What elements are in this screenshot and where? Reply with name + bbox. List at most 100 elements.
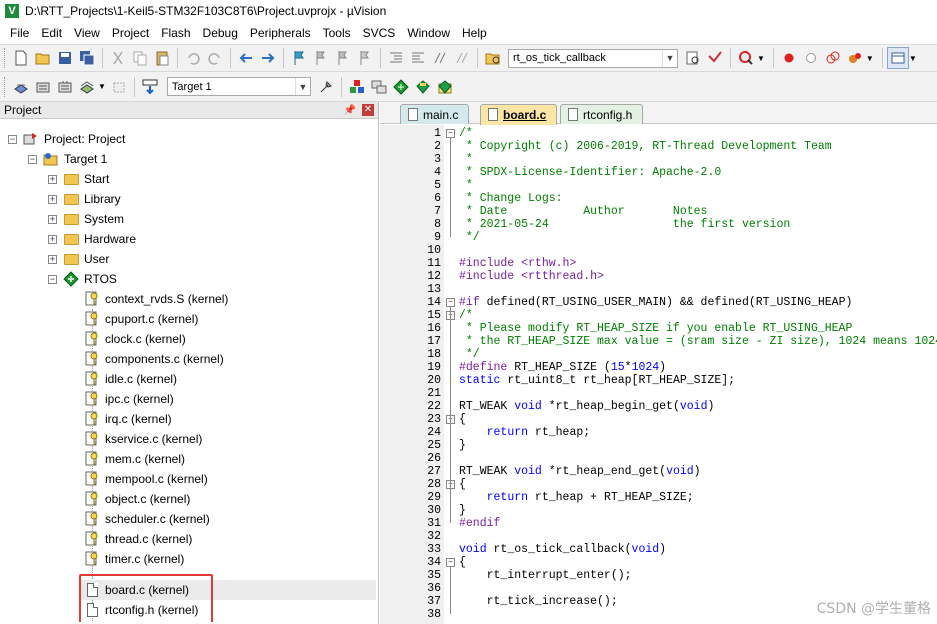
debug-session-icon[interactable] <box>735 47 757 69</box>
pin-icon[interactable]: 📌 <box>344 105 356 116</box>
expand-icon[interactable]: + <box>48 254 57 264</box>
unindent-icon[interactable] <box>407 47 429 69</box>
translate-icon[interactable] <box>10 76 32 98</box>
new-file-icon[interactable] <box>10 47 32 69</box>
tree-file[interactable]: timer.c (kernel) <box>80 549 184 569</box>
target-options-icon[interactable] <box>315 76 337 98</box>
indent-icon[interactable] <box>385 47 407 69</box>
batch-build-icon[interactable] <box>76 76 98 98</box>
expand-icon[interactable]: + <box>48 214 57 224</box>
menu-edit[interactable]: Edit <box>35 22 68 44</box>
fold-toggle-icon[interactable]: − <box>446 129 455 138</box>
menu-project[interactable]: Project <box>106 22 155 44</box>
chevron-down-icon[interactable]: ▼ <box>662 49 677 67</box>
save-icon[interactable] <box>54 47 76 69</box>
tree-file[interactable]: cpuport.c (kernel) <box>80 309 198 329</box>
redo-icon[interactable] <box>204 47 226 69</box>
expand-icon[interactable]: + <box>48 234 57 244</box>
find-in-files-icon[interactable] <box>482 47 504 69</box>
tree-file[interactable]: irq.c (kernel) <box>80 409 172 429</box>
select-packs-icon[interactable] <box>390 76 412 98</box>
menu-tools[interactable]: Tools <box>317 22 357 44</box>
fold-toggle-icon[interactable]: − <box>446 558 455 567</box>
tab-rtconfig-h[interactable]: rtconfig.h <box>560 104 644 124</box>
tree-target[interactable]: − Target 1 <box>28 149 107 169</box>
tree-file[interactable]: mem.c (kernel) <box>80 449 185 469</box>
find-combo[interactable]: rt_os_tick_callback ▼ <box>508 48 678 68</box>
tree-group-start[interactable]: + Start <box>48 169 109 189</box>
tree-file[interactable]: components.c (kernel) <box>80 349 224 369</box>
tree-file[interactable]: kservice.c (kernel) <box>80 429 202 449</box>
collapse-icon[interactable]: − <box>48 274 57 284</box>
package-icon[interactable] <box>434 76 456 98</box>
chevron-down-icon[interactable]: ▼ <box>866 54 874 63</box>
tree-file[interactable]: ipc.c (kernel) <box>80 389 174 409</box>
menu-view[interactable]: View <box>68 22 106 44</box>
open-folder-icon[interactable] <box>32 47 54 69</box>
menu-flash[interactable]: Flash <box>155 22 196 44</box>
window-layout-icon[interactable] <box>886 47 909 69</box>
menu-file[interactable]: File <box>4 22 35 44</box>
expand-icon[interactable]: + <box>48 194 57 204</box>
save-all-icon[interactable] <box>76 47 98 69</box>
menu-window[interactable]: Window <box>401 22 456 44</box>
kill-breakpoints-icon[interactable] <box>844 47 866 69</box>
next-bookmark-icon[interactable] <box>332 47 354 69</box>
bookmark-icon[interactable] <box>288 47 310 69</box>
undo-icon[interactable] <box>182 47 204 69</box>
fold-toggle-icon[interactable]: − <box>446 298 455 307</box>
tree-file[interactable]: scheduler.c (kernel) <box>80 509 210 529</box>
tree-group-rtos[interactable]: − RTOS <box>48 269 117 289</box>
disable-breakpoints-icon[interactable] <box>822 47 844 69</box>
navigate-forward-icon[interactable] <box>257 47 279 69</box>
tree-group-hardware[interactable]: + Hardware <box>48 229 136 249</box>
code-area[interactable]: 1−/* 2 * Copyright (c) 2006-2019, RT-Thre… <box>380 125 937 624</box>
chevron-down-icon[interactable]: ▼ <box>294 78 310 95</box>
tree-root-project[interactable]: − Project: Project <box>8 129 125 149</box>
manage-components-icon[interactable] <box>346 76 368 98</box>
cut-icon[interactable] <box>107 47 129 69</box>
collapse-icon[interactable]: − <box>8 134 17 144</box>
tree-group-system[interactable]: + System <box>48 209 124 229</box>
menu-peripherals[interactable]: Peripherals <box>244 22 317 44</box>
tree-file[interactable]: context_rvds.S (kernel) <box>80 289 228 309</box>
uncomment-icon[interactable] <box>451 47 473 69</box>
insert-breakpoint-icon[interactable] <box>778 47 800 69</box>
target-select[interactable]: Target 1 ▼ <box>166 77 311 96</box>
tree-group-user[interactable]: + User <box>48 249 109 269</box>
stop-build-icon[interactable] <box>108 76 130 98</box>
enable-breakpoint-icon[interactable] <box>800 47 822 69</box>
paste-icon[interactable] <box>151 47 173 69</box>
collapse-icon[interactable]: − <box>28 154 37 164</box>
tab-main-c[interactable]: main.c <box>400 104 470 124</box>
chevron-down-icon[interactable]: ▼ <box>98 82 106 91</box>
clear-bookmarks-icon[interactable] <box>354 47 376 69</box>
copy-icon[interactable] <box>129 47 151 69</box>
expand-icon[interactable]: + <box>48 174 57 184</box>
navigate-back-icon[interactable] <box>235 47 257 69</box>
build-icon[interactable] <box>32 76 54 98</box>
tree-file[interactable]: object.c (kernel) <box>80 489 190 509</box>
menu-svcs[interactable]: SVCS <box>357 22 402 44</box>
file-extensions-icon[interactable] <box>368 76 390 98</box>
find-icon[interactable] <box>704 47 726 69</box>
menu-debug[interactable]: Debug <box>197 22 244 44</box>
tab-board-c[interactable]: board.c <box>480 104 558 125</box>
menu-help[interactable]: Help <box>456 22 493 44</box>
chevron-down-icon[interactable]: ▼ <box>757 54 765 63</box>
tree-file[interactable]: mempool.c (kernel) <box>80 469 208 489</box>
download-load-icon[interactable] <box>139 76 161 98</box>
comment-icon[interactable] <box>429 47 451 69</box>
chevron-down-icon[interactable]: ▼ <box>909 54 917 63</box>
tree-file[interactable]: thread.c (kernel) <box>80 529 192 549</box>
prev-bookmark-icon[interactable] <box>310 47 332 69</box>
toolbar-grip[interactable] <box>4 48 7 68</box>
pack-installer-icon[interactable] <box>412 76 434 98</box>
tree-file[interactable]: idle.c (kernel) <box>80 369 177 389</box>
close-icon[interactable]: ✕ <box>362 104 374 116</box>
toolbar-grip[interactable] <box>4 76 7 97</box>
tree-file[interactable]: clock.c (kernel) <box>80 329 186 349</box>
tree-group-library[interactable]: + Library <box>48 189 121 209</box>
incremental-find-icon[interactable] <box>682 47 704 69</box>
rebuild-icon[interactable] <box>54 76 76 98</box>
